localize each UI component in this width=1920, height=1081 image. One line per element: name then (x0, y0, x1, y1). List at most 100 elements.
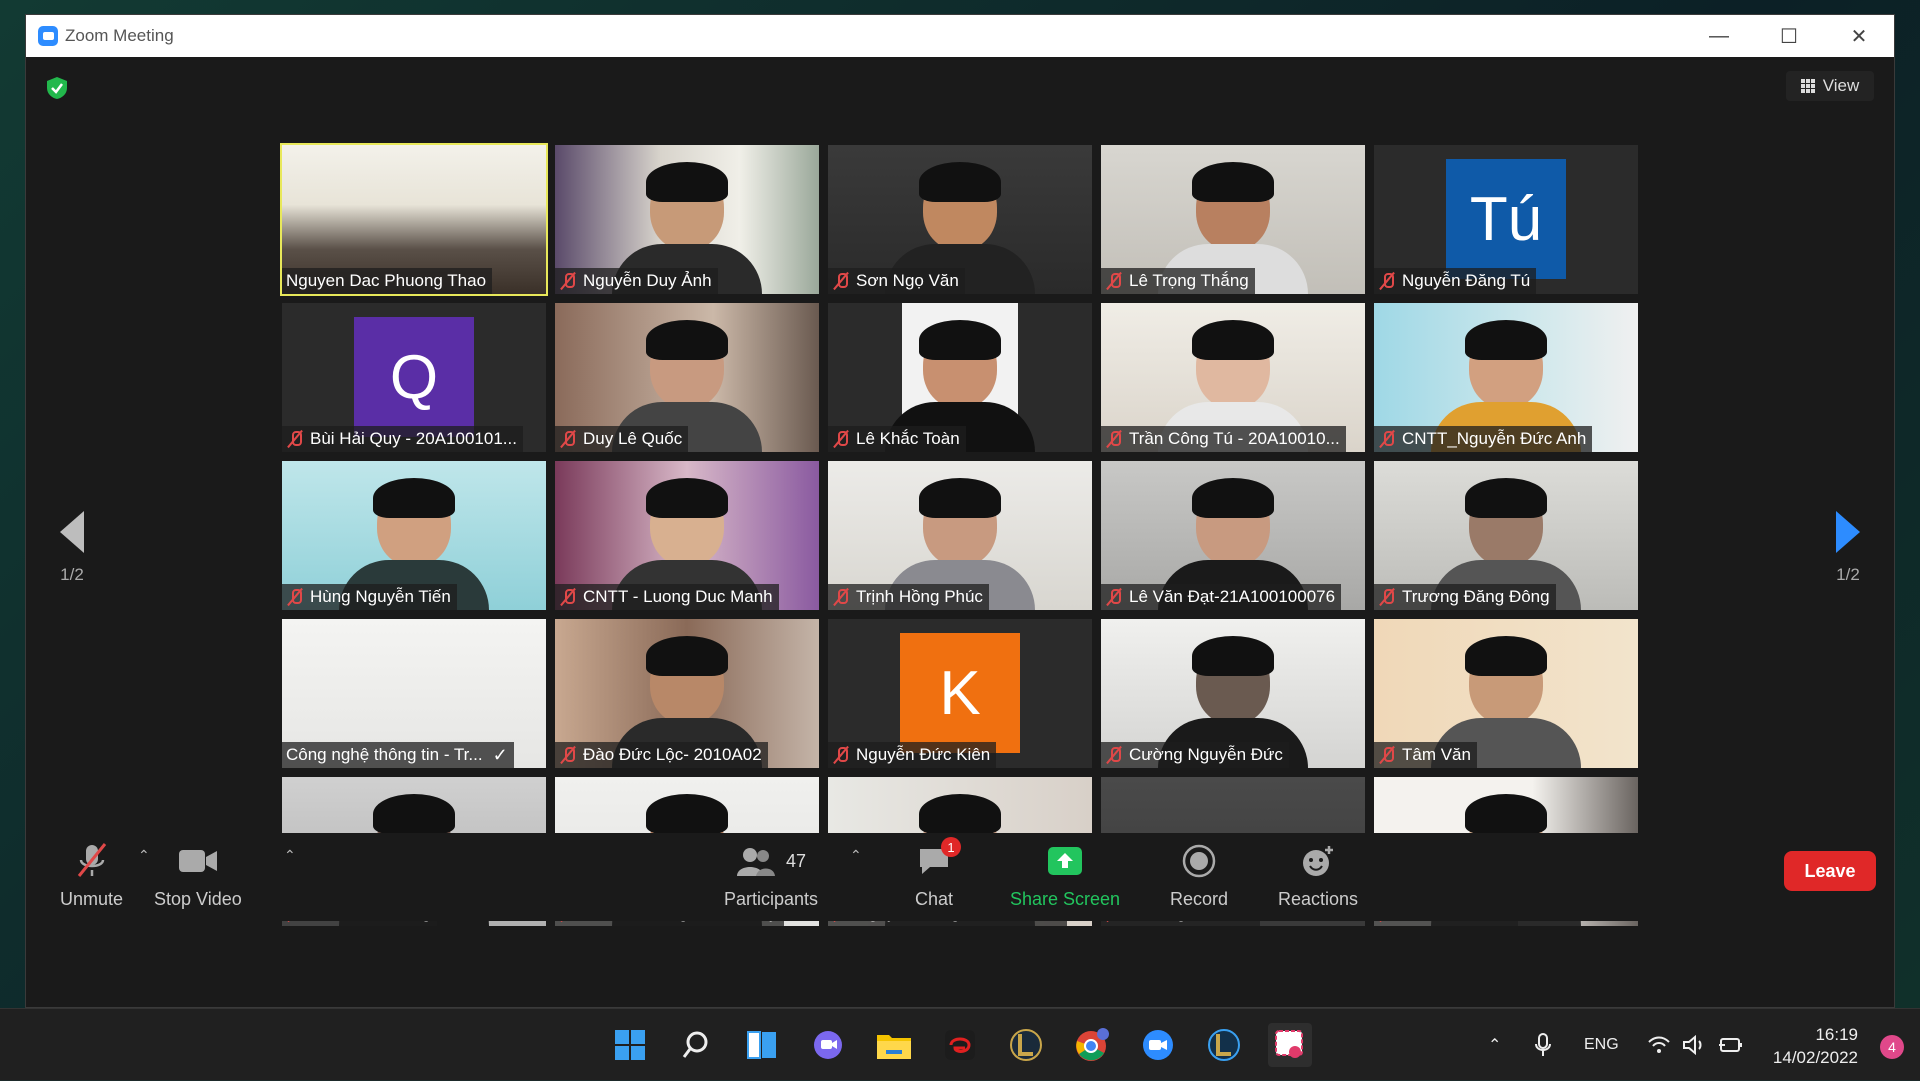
maximize-button[interactable]: ☐ (1754, 15, 1824, 57)
participant-tile[interactable]: Sơn Ngọ Văn (828, 145, 1092, 294)
system-clock[interactable]: 16:19 14/02/2022 (1773, 1023, 1858, 1069)
participant-name-label: CNTT_Nguyễn Đức Anh (1374, 426, 1593, 452)
participants-options-caret[interactable]: ⌃ (850, 847, 862, 864)
video-options-caret[interactable]: ⌃ (284, 847, 296, 864)
meeting-toolbar: Unmute ⌃ Stop Video ⌃ 47 Participants ⌃ … (26, 833, 1894, 921)
participant-name-label: Trịnh Hồng Phúc (828, 584, 989, 610)
start-button[interactable] (608, 1023, 652, 1067)
mic-muted-icon (1378, 272, 1396, 290)
page-indicator-left: 1/2 (60, 565, 84, 584)
leave-button[interactable]: Leave (1784, 851, 1876, 891)
mic-muted-icon (1105, 272, 1123, 290)
unmute-button[interactable]: Unmute (60, 841, 123, 910)
garena-app-button[interactable] (938, 1023, 982, 1067)
participant-tile[interactable]: Duy Lê Quốc (555, 303, 819, 452)
input-language[interactable]: ENG (1584, 1009, 1619, 1081)
view-label: View (1822, 76, 1860, 95)
participant-name-label: CNTT - Luong Duc Manh (555, 584, 779, 610)
participant-name-label: Cường Nguyễn Đức (1101, 742, 1289, 768)
reactions-button[interactable]: Reactions (1278, 841, 1358, 910)
share-screen-button[interactable]: Share Screen (1010, 841, 1120, 910)
participant-tile[interactable]: K Nguyễn Đức Kiên (828, 619, 1092, 768)
league-client-button[interactable] (1004, 1023, 1048, 1067)
participant-tile[interactable]: Lê Văn Đạt-21A100100076 (1101, 461, 1365, 610)
next-page-button[interactable]: 1/2 (1818, 511, 1878, 585)
participant-tile[interactable]: CNTT - Luong Duc Manh (555, 461, 819, 610)
participant-tile[interactable]: CNTT_Nguyễn Đức Anh (1374, 303, 1638, 452)
participant-tile[interactable]: Tú Nguyễn Đăng Tú (1374, 145, 1638, 294)
page-indicator-right: 1/2 (1836, 565, 1860, 584)
file-explorer-button[interactable] (872, 1023, 916, 1067)
participant-tile[interactable]: Lê Khắc Toàn (828, 303, 1092, 452)
participant-tile[interactable]: Trương Đăng Đông (1374, 461, 1638, 610)
search-icon (682, 1031, 708, 1058)
chrome-icon (1076, 1028, 1109, 1061)
reactions-emoji-icon (1303, 846, 1334, 876)
record-label: Record (1170, 889, 1229, 909)
mic-muted-icon (1105, 588, 1123, 606)
participants-icon (737, 848, 775, 876)
chat-unread-badge: 1 (941, 837, 962, 857)
wifi-icon[interactable] (1648, 1009, 1670, 1081)
snipping-tool-button[interactable] (1268, 1023, 1312, 1067)
close-button[interactable]: ✕ (1824, 15, 1894, 57)
participant-tile[interactable]: Q Bùi Hải Quy - 20A100101... (282, 303, 546, 452)
participant-name-label: Lê Khắc Toàn (828, 426, 966, 452)
video-gallery: Nguyen Dac Phuong Thao Nguyễn Duy Ảnh Sơn … (280, 143, 1651, 926)
participant-name: CNTT_Nguyễn Đức Anh (1402, 429, 1587, 448)
participant-name-label: Nguyễn Đức Kiên (828, 742, 997, 768)
participant-name: Nguyễn Đăng Tú (1402, 271, 1531, 290)
chat-label: Chat (915, 889, 954, 909)
teams-chat-button[interactable] (806, 1023, 850, 1067)
league-client-2-button[interactable] (1202, 1023, 1246, 1067)
task-view-button[interactable] (740, 1023, 784, 1067)
participant-name: CNTT - Luong Duc Manh (583, 587, 773, 606)
participant-tile[interactable]: Cường Nguyễn Đức (1101, 619, 1365, 768)
security-shield-icon[interactable] (44, 75, 70, 101)
participant-tile[interactable]: Hùng Nguyễn Tiến (282, 461, 546, 610)
grid-icon (1800, 79, 1815, 93)
participant-name-label: Hùng Nguyễn Tiến (282, 584, 457, 610)
participant-tile[interactable]: Tâm Văn (1374, 619, 1638, 768)
microphone-tray-icon[interactable] (1534, 1009, 1552, 1081)
mic-muted-icon (1105, 746, 1123, 764)
participant-tile[interactable]: Nguyen Dac Phuong Thao (280, 143, 548, 296)
view-button[interactable]: View (1786, 71, 1874, 101)
arrow-right-icon (1836, 511, 1860, 553)
zoom-window: Zoom Meeting — ☐ ✕ View 1/2 1/2 Nguyen D… (25, 14, 1895, 1008)
window-title: Zoom Meeting (65, 26, 174, 45)
checkmark-icon: ✓ (492, 744, 508, 765)
share-screen-icon (1048, 847, 1083, 875)
clock-date: 14/02/2022 (1772, 1048, 1858, 1067)
participant-name: Lê Văn Đạt-21A100100076 (1129, 587, 1336, 606)
notification-badge[interactable]: 4 (1880, 1035, 1904, 1059)
participant-tile[interactable]: Lê Trọng Thắng (1101, 145, 1365, 294)
participant-tile[interactable]: Trần Công Tú - 20A10010... (1101, 303, 1365, 452)
chrome-button[interactable] (1070, 1023, 1114, 1067)
participant-name: Lê Trọng Thắng (1129, 271, 1249, 290)
previous-page-button[interactable]: 1/2 (42, 511, 102, 585)
participant-name-label: Nguyễn Đăng Tú (1374, 268, 1537, 294)
reactions-label: Reactions (1278, 889, 1359, 909)
stop-video-button[interactable]: Stop Video (154, 841, 242, 910)
record-button[interactable]: Record (1170, 841, 1228, 910)
mic-muted-icon (1378, 746, 1396, 764)
chat-button[interactable]: 1 Chat (915, 837, 962, 910)
volume-icon[interactable] (1682, 1009, 1706, 1081)
video-camera-icon (178, 850, 217, 872)
participant-name: Hùng Nguyễn Tiến (310, 587, 451, 606)
battery-icon[interactable] (1718, 1009, 1744, 1081)
participant-name-label: Tâm Văn (1374, 742, 1477, 768)
participant-name-label: Bùi Hải Quy - 20A100101... (282, 426, 523, 452)
search-button[interactable] (674, 1023, 718, 1067)
participant-tile[interactable]: Đào Đức Lộc- 2010A02 (555, 619, 819, 768)
audio-options-caret[interactable]: ⌃ (138, 847, 150, 864)
participants-button[interactable]: 47 Participants (724, 841, 818, 910)
show-hidden-icons-button[interactable]: ⌃ (1488, 1009, 1501, 1081)
participant-tile[interactable]: Công nghệ thông tin - Tr... ✓ (282, 619, 546, 768)
minimize-button[interactable]: — (1684, 15, 1754, 57)
zoom-taskbar-button[interactable] (1136, 1023, 1180, 1067)
participant-tile[interactable]: Trịnh Hồng Phúc (828, 461, 1092, 610)
participant-tile[interactable]: Nguyễn Duy Ảnh (555, 145, 819, 294)
mic-muted-icon (1378, 430, 1396, 448)
